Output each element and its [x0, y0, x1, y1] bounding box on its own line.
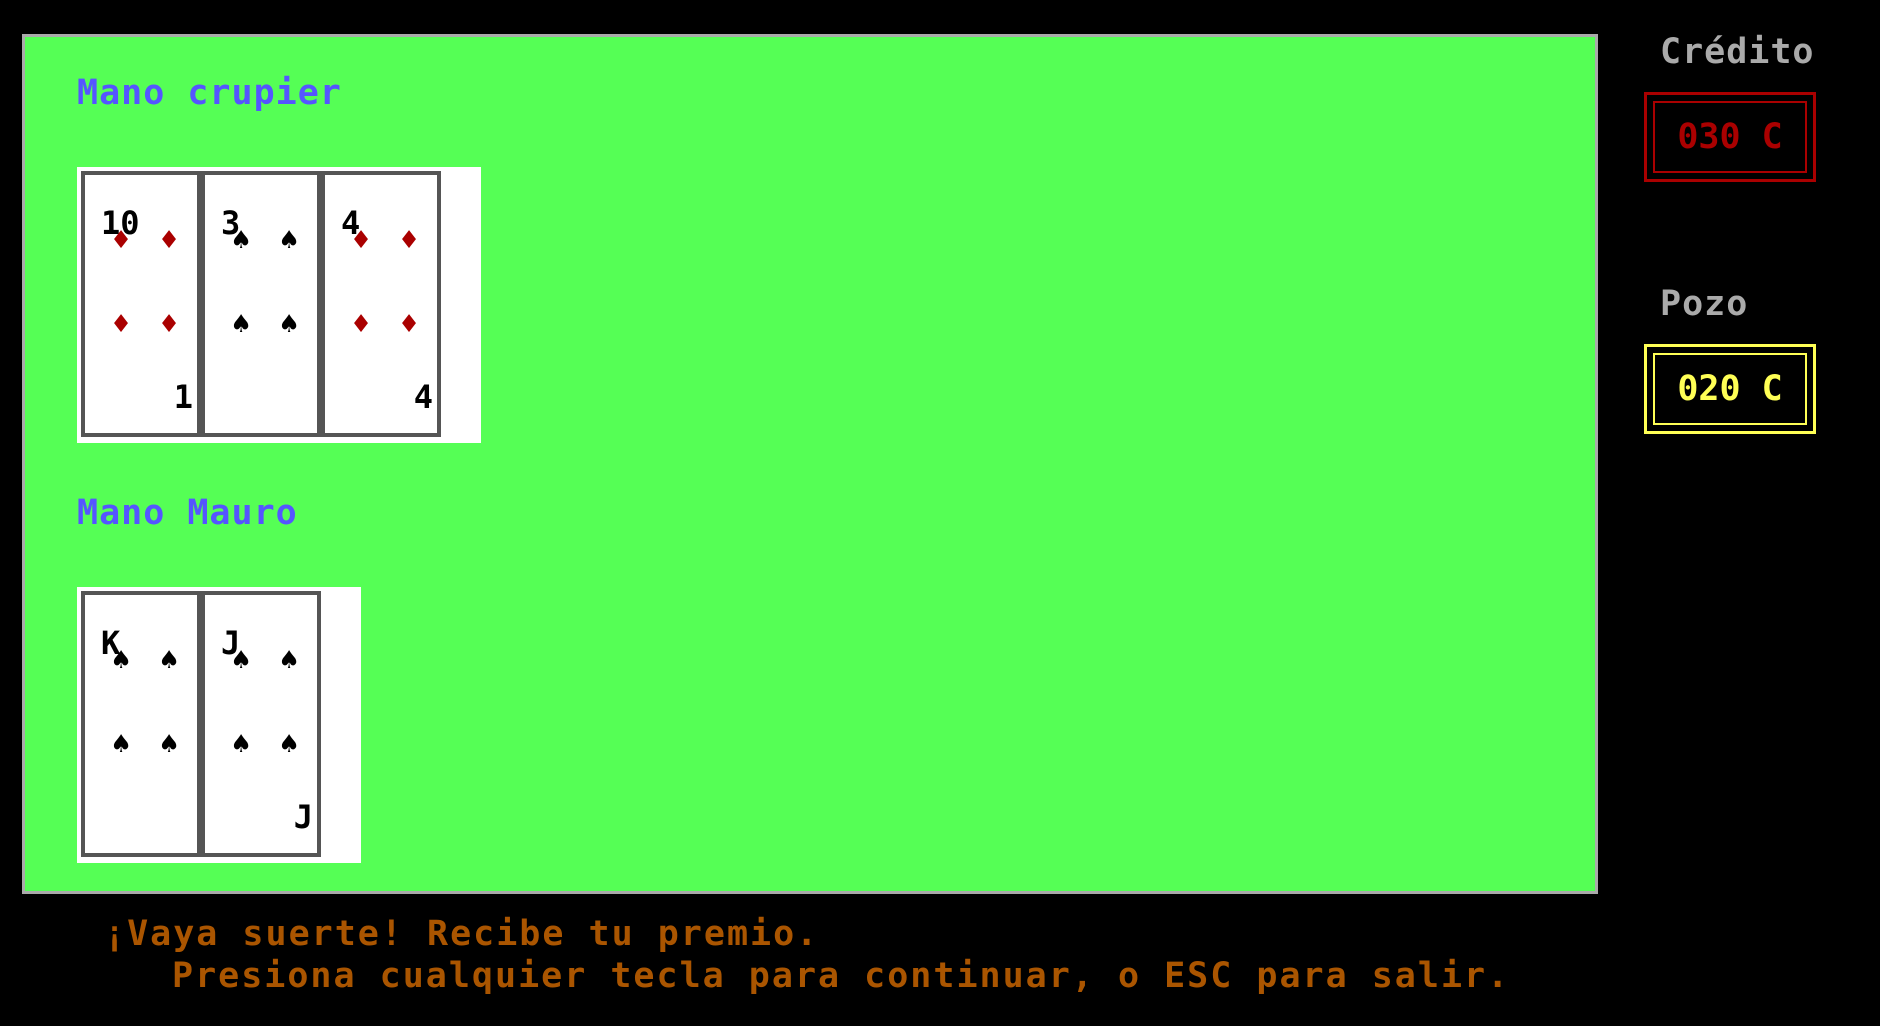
player-card-1: K ♠ ♠ ♠ ♠ — [81, 591, 201, 857]
diamond-icon: ♦ — [351, 307, 371, 342]
spade-icon: ♠ — [159, 727, 179, 762]
diamond-icon: ♦ — [159, 223, 179, 258]
dealer-hand: 10 ♦ ♦ ♦ ♦ 1 3 ♠ ♠ ♠ ♠ 4 ♦ ♦ ♦ ♦ 4 — [77, 167, 481, 443]
spade-icon: ♠ — [279, 643, 299, 678]
diamond-icon: ♦ — [399, 223, 419, 258]
card-rank-corner: J — [293, 798, 313, 836]
credit-value: 030 C — [1677, 117, 1783, 157]
spade-icon: ♠ — [159, 643, 179, 678]
credit-display: 030 C — [1644, 92, 1816, 182]
spade-icon: ♠ — [279, 307, 299, 342]
spade-icon: ♠ — [231, 643, 251, 678]
pot-display: 020 C — [1644, 344, 1816, 434]
credit-label: Crédito — [1660, 32, 1815, 72]
diamond-icon: ♦ — [351, 223, 371, 258]
spade-icon: ♠ — [279, 727, 299, 762]
card-rank-corner: 4 — [413, 378, 433, 416]
diamond-icon: ♦ — [111, 307, 131, 342]
card-table: Mano crupier 10 ♦ ♦ ♦ ♦ 1 3 ♠ ♠ ♠ ♠ 4 ♦ ♦ ♦ ♦ 4 Mano Mau… — [22, 34, 1598, 894]
dealer-card-1: 10 ♦ ♦ ♦ ♦ 1 — [81, 171, 201, 437]
spade-icon: ♠ — [231, 223, 251, 258]
dealer-hand-label: Mano crupier — [77, 73, 342, 113]
spade-icon: ♠ — [231, 727, 251, 762]
player-card-2: J ♠ ♠ ♠ ♠ J — [201, 591, 321, 857]
pot-value: 020 C — [1677, 369, 1783, 409]
dealer-card-2: 3 ♠ ♠ ♠ ♠ — [201, 171, 321, 437]
spade-icon: ♠ — [111, 643, 131, 678]
card-rank-corner: 1 — [173, 378, 193, 416]
result-message: ¡Vaya suerte! Recibe tu premio. — [104, 914, 820, 954]
diamond-icon: ♦ — [111, 223, 131, 258]
diamond-icon: ♦ — [159, 307, 179, 342]
player-hand: K ♠ ♠ ♠ ♠ J ♠ ♠ ♠ ♠ J — [77, 587, 361, 863]
continue-prompt: Presiona cualquier tecla para continuar,… — [172, 956, 1511, 996]
spade-icon: ♠ — [279, 223, 299, 258]
diamond-icon: ♦ — [399, 307, 419, 342]
player-hand-label: Mano Mauro — [77, 493, 298, 533]
dealer-card-3: 4 ♦ ♦ ♦ ♦ 4 — [321, 171, 441, 437]
spade-icon: ♠ — [231, 307, 251, 342]
spade-icon: ♠ — [111, 727, 131, 762]
pot-label: Pozo — [1660, 284, 1749, 324]
